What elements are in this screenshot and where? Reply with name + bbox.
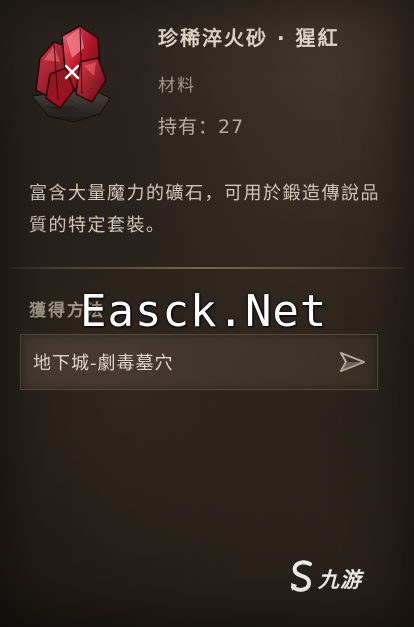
red-crystal-ore-icon bbox=[14, 18, 126, 130]
navigate-arrow-icon[interactable] bbox=[337, 347, 367, 377]
acquisition-source-dungeon[interactable]: 地下城-劇毒墓穴 bbox=[20, 334, 378, 390]
acquisition-section-title: 獲得方法 bbox=[29, 301, 105, 321]
item-owned-count: 持有：27 bbox=[158, 116, 245, 138]
acquisition-source-label: 地下城-劇毒墓穴 bbox=[33, 353, 174, 374]
item-tooltip-panel: 珍稀淬火砂 · 猩紅 材料 持有：27 富含大量魔力的礦石，可用於鍛造傳說品質的… bbox=[0, 0, 414, 627]
item-name: 珍稀淬火砂 · 猩紅 bbox=[158, 26, 340, 50]
item-type: 材料 bbox=[158, 76, 196, 96]
logo-mark-icon bbox=[291, 560, 312, 592]
site-logo: 九游 bbox=[288, 558, 398, 594]
section-divider bbox=[10, 267, 404, 269]
watermark-text: Easck.Net bbox=[80, 286, 328, 337]
item-description: 富含大量魔力的礦石，可用於鍛造傳說品質的特定套裝。 bbox=[29, 183, 380, 236]
logo-text: 九游 bbox=[318, 568, 362, 592]
